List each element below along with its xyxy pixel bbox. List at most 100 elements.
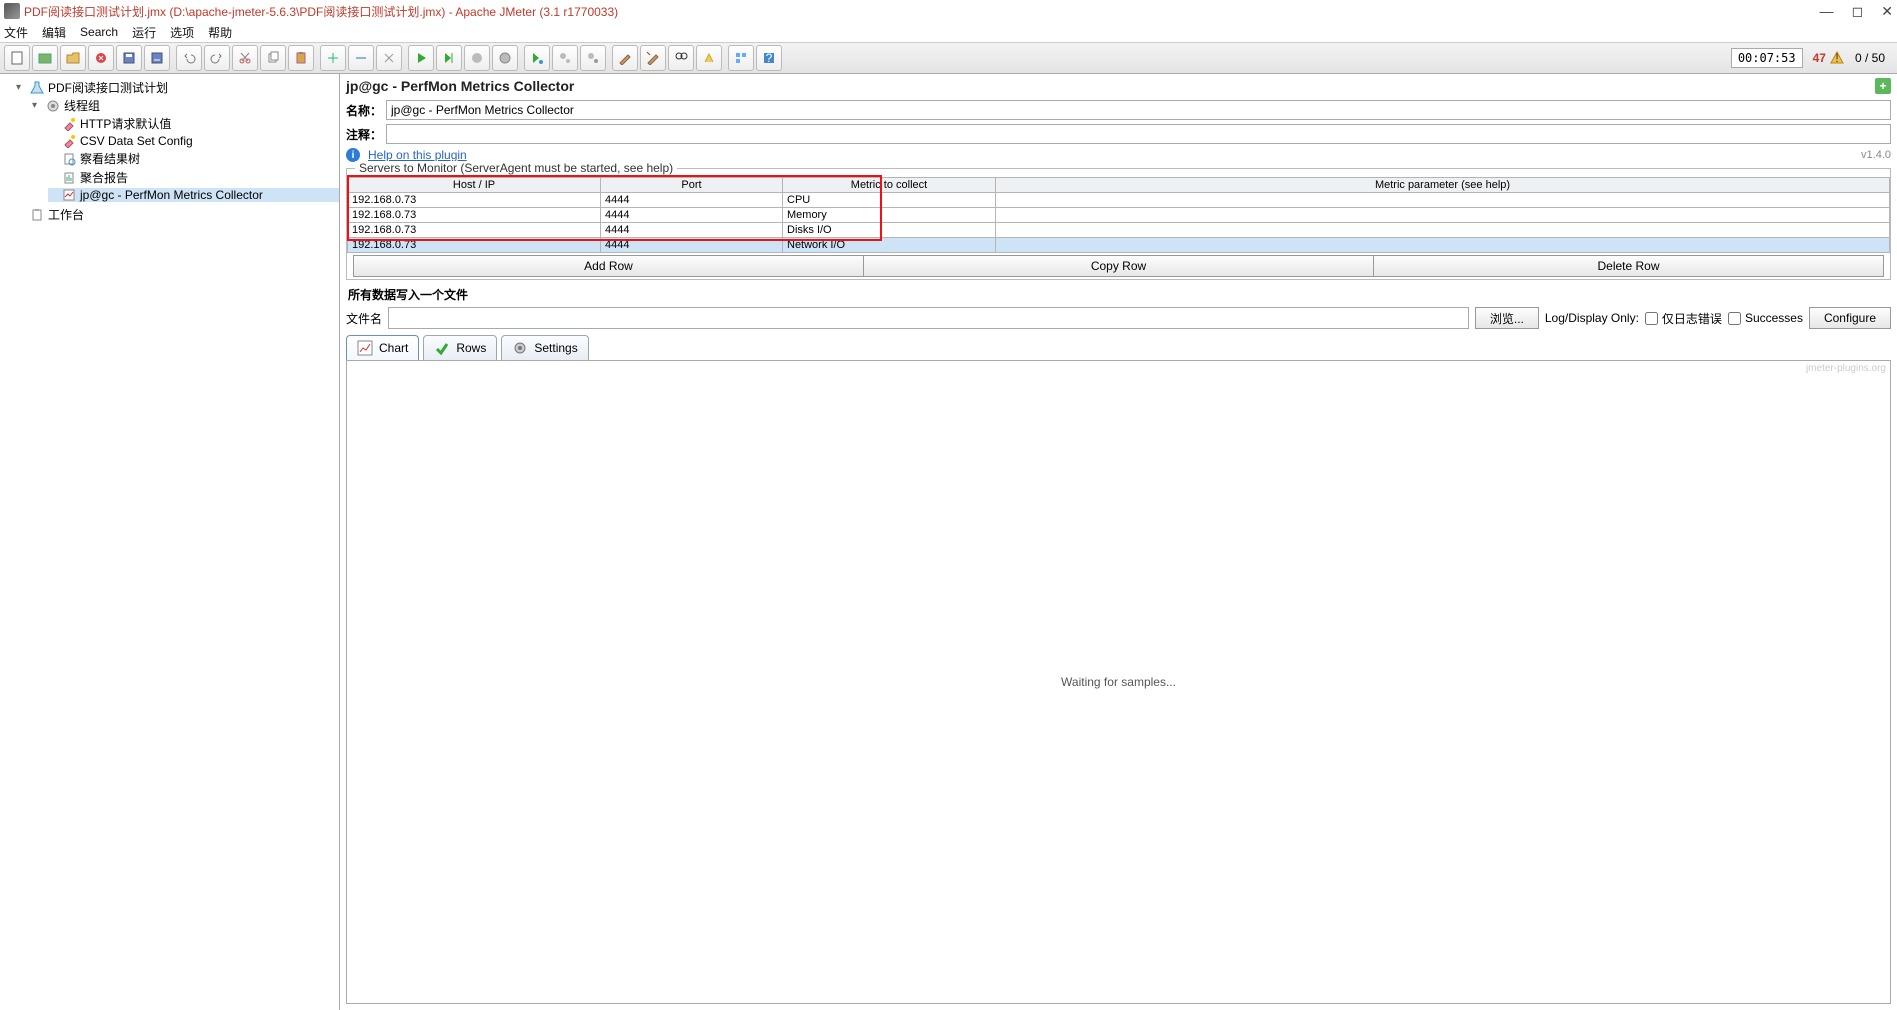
menu-search[interactable]: Search bbox=[80, 25, 118, 39]
tree-csv-config[interactable]: CSV Data Set Config bbox=[48, 134, 339, 148]
browse-button[interactable]: 浏览... bbox=[1475, 307, 1539, 329]
undo-button[interactable] bbox=[176, 45, 202, 71]
tree-thread-group[interactable]: ▾ 线程组 bbox=[32, 97, 339, 114]
add-row-button[interactable]: Add Row bbox=[353, 255, 864, 277]
new-button[interactable] bbox=[4, 45, 30, 71]
configure-button[interactable]: Configure bbox=[1809, 307, 1891, 329]
menu-run[interactable]: 运行 bbox=[132, 24, 156, 41]
comment-label: 注释： bbox=[346, 126, 382, 143]
cut-button[interactable] bbox=[232, 45, 258, 71]
version-label: v1.4.0 bbox=[1861, 149, 1891, 161]
col-host[interactable]: Host / IP bbox=[348, 178, 601, 193]
delete-row-button[interactable]: Delete Row bbox=[1374, 255, 1884, 277]
chart-icon bbox=[62, 188, 76, 202]
reset-search-button[interactable] bbox=[696, 45, 722, 71]
col-port[interactable]: Port bbox=[601, 178, 783, 193]
toggle-icon[interactable]: ▾ bbox=[32, 100, 42, 111]
function-helper-button[interactable] bbox=[728, 45, 754, 71]
menu-edit[interactable]: 编辑 bbox=[42, 24, 66, 41]
chart-area: jmeter-plugins.org Waiting for samples..… bbox=[346, 360, 1891, 1004]
remote-shutdown-button[interactable] bbox=[580, 45, 606, 71]
servers-legend: Servers to Monitor (ServerAgent must be … bbox=[355, 161, 677, 175]
errors-only-checkbox[interactable]: 仅日志错误 bbox=[1645, 310, 1722, 327]
open-button[interactable] bbox=[60, 45, 86, 71]
paste-button[interactable] bbox=[288, 45, 314, 71]
table-row[interactable]: 192.168.0.734444CPU bbox=[348, 193, 1890, 208]
collapse-button[interactable] bbox=[348, 45, 374, 71]
col-param[interactable]: Metric parameter (see help) bbox=[996, 178, 1890, 193]
close-file-button[interactable] bbox=[88, 45, 114, 71]
check-icon bbox=[434, 340, 450, 356]
maximize-button[interactable]: ◻ bbox=[1852, 3, 1864, 20]
copy-row-button[interactable]: Copy Row bbox=[864, 255, 1374, 277]
name-label: 名称： bbox=[346, 102, 382, 119]
col-metric[interactable]: Metric to collect bbox=[783, 178, 996, 193]
menu-help[interactable]: 帮助 bbox=[208, 24, 232, 41]
save-button[interactable] bbox=[116, 45, 142, 71]
warning-icon: ! bbox=[1829, 50, 1845, 66]
filename-input[interactable] bbox=[388, 307, 1469, 329]
toolbar: ? 00:07:53 47 ! 0 / 50 bbox=[0, 42, 1897, 74]
menu-options[interactable]: 选项 bbox=[170, 24, 194, 41]
svg-text:!: ! bbox=[1835, 51, 1838, 65]
tab-settings[interactable]: Settings bbox=[501, 335, 588, 360]
remote-stop-button[interactable] bbox=[552, 45, 578, 71]
name-input[interactable] bbox=[386, 100, 1891, 120]
warning-indicator[interactable]: 47 ! bbox=[1813, 50, 1845, 66]
help-button[interactable]: ? bbox=[756, 45, 782, 71]
help-link[interactable]: Help on this plugin bbox=[368, 148, 467, 162]
search-button[interactable] bbox=[668, 45, 694, 71]
minimize-button[interactable]: — bbox=[1820, 3, 1834, 20]
tree-perfmon-collector[interactable]: jp@gc - PerfMon Metrics Collector bbox=[48, 188, 339, 202]
tree-label: jp@gc - PerfMon Metrics Collector bbox=[80, 188, 263, 202]
menu-file[interactable]: 文件 bbox=[4, 24, 28, 41]
menu-bar: 文件 编辑 Search 运行 选项 帮助 bbox=[0, 22, 1897, 42]
table-row[interactable]: 192.168.0.734444Memory bbox=[348, 208, 1890, 223]
expand-button[interactable] bbox=[320, 45, 346, 71]
save-as-button[interactable] bbox=[144, 45, 170, 71]
chart-icon bbox=[357, 340, 373, 356]
test-plan-tree[interactable]: ▾ PDF阅读接口测试计划 ▾ 线程组 HTTP请求默认值 CSV Data S bbox=[0, 74, 340, 1010]
tree-label: CSV Data Set Config bbox=[80, 134, 193, 148]
start-button[interactable] bbox=[408, 45, 434, 71]
wrench-icon bbox=[62, 117, 76, 131]
templates-button[interactable] bbox=[32, 45, 58, 71]
remote-start-button[interactable] bbox=[524, 45, 550, 71]
shutdown-button[interactable] bbox=[492, 45, 518, 71]
tree-view-results[interactable]: 察看结果树 bbox=[48, 150, 339, 167]
report-icon bbox=[62, 171, 76, 185]
tab-chart[interactable]: Chart bbox=[346, 335, 419, 360]
info-icon: i bbox=[346, 148, 360, 162]
servers-table[interactable]: Host / IP Port Metric to collect Metric … bbox=[347, 177, 1890, 253]
table-row[interactable]: 192.168.0.734444Network I/O bbox=[348, 238, 1890, 253]
copy-button[interactable] bbox=[260, 45, 286, 71]
panel-title: jp@gc - PerfMon Metrics Collector bbox=[346, 78, 1875, 94]
toggle-icon[interactable]: ▾ bbox=[16, 82, 26, 93]
start-no-timers-button[interactable] bbox=[436, 45, 462, 71]
successes-checkbox[interactable]: Successes bbox=[1728, 311, 1803, 325]
tree-test-plan[interactable]: ▾ PDF阅读接口测试计划 bbox=[16, 79, 339, 96]
stop-button[interactable] bbox=[464, 45, 490, 71]
thread-count: 0 / 50 bbox=[1855, 51, 1885, 65]
app-icon bbox=[4, 3, 20, 19]
tree-workbench[interactable]: 工作台 bbox=[16, 206, 339, 223]
chart-watermark: jmeter-plugins.org bbox=[1806, 363, 1886, 374]
tree-label: HTTP请求默认值 bbox=[80, 115, 171, 132]
table-row[interactable]: 192.168.0.734444Disks I/O bbox=[348, 223, 1890, 238]
close-button[interactable]: ✕ bbox=[1881, 3, 1893, 20]
clear-all-button[interactable] bbox=[640, 45, 666, 71]
tree-http-defaults[interactable]: HTTP请求默认值 bbox=[48, 115, 339, 132]
toolbar-status: 00:07:53 47 ! 0 / 50 bbox=[1731, 48, 1893, 68]
main-split: ▾ PDF阅读接口测试计划 ▾ 线程组 HTTP请求默认值 CSV Data S bbox=[0, 74, 1897, 1010]
file-section-title: 所有数据写入一个文件 bbox=[340, 284, 1897, 305]
clear-button[interactable] bbox=[612, 45, 638, 71]
toggle-button[interactable] bbox=[376, 45, 402, 71]
tree-label: 察看结果树 bbox=[80, 150, 140, 167]
redo-button[interactable] bbox=[204, 45, 230, 71]
svg-text:?: ? bbox=[766, 51, 773, 65]
tree-aggregate-report[interactable]: 聚合报告 bbox=[48, 169, 339, 186]
tab-rows[interactable]: Rows bbox=[423, 335, 497, 360]
comment-input[interactable] bbox=[386, 124, 1891, 144]
add-plugin-button[interactable]: + bbox=[1875, 78, 1891, 94]
content-pane: jp@gc - PerfMon Metrics Collector + 名称： … bbox=[340, 74, 1897, 1010]
